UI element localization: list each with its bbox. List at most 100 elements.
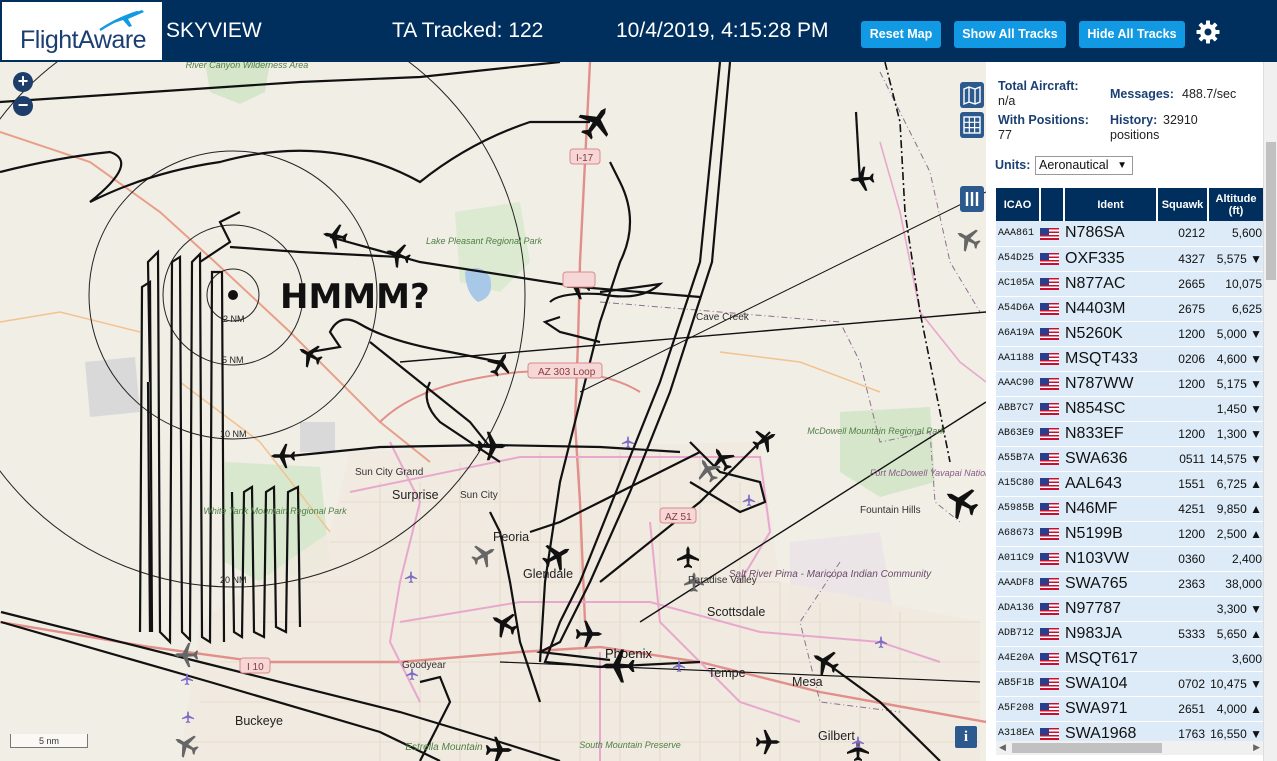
cell-altitude: 10,075 <box>1208 271 1264 297</box>
label-estrella: Estrella Mountain <box>405 742 483 753</box>
info-icon[interactable]: i <box>955 726 977 748</box>
aircraft-icon[interactable] <box>270 443 296 469</box>
cell-icao: A4E20A <box>996 646 1040 672</box>
column-icao[interactable]: ICAO <box>996 188 1041 221</box>
table-row[interactable]: AAADF8 SWA765 2363 38,000 <box>996 571 1264 597</box>
altitude-value: 1,300 <box>1216 426 1247 441</box>
cell-squawk: 2665 <box>1157 271 1208 297</box>
cell-altitude: 5,000 ▼ <box>1208 321 1264 347</box>
us-flag-icon <box>1040 628 1059 641</box>
flightaware-logo[interactable]: FlightAware <box>2 2 162 60</box>
range-label-10: 10 NM <box>220 429 247 439</box>
table-row[interactable]: A4E20A MSQT617 3,600 <box>996 646 1264 672</box>
aircraft-icon[interactable] <box>951 222 985 256</box>
us-flag-icon <box>1040 278 1059 291</box>
aircraft-icon[interactable] <box>293 338 327 372</box>
app-title: SKYVIEW <box>166 19 262 42</box>
cell-icao: A55B7A <box>996 446 1040 472</box>
us-flag-icon <box>1040 503 1059 516</box>
column-flag[interactable] <box>1040 188 1065 221</box>
cell-ident: SWA104 <box>1064 671 1157 697</box>
panel-scrollbar[interactable] <box>1263 62 1277 761</box>
receiver-location <box>228 290 238 300</box>
map-view[interactable]: I-17 AZ 303 Loop AZ 51 I 10 River Canyon… <box>0 62 986 761</box>
us-flag-icon <box>1040 553 1059 566</box>
aircraft-icon[interactable] <box>382 239 414 271</box>
column-squawk[interactable]: Squawk <box>1157 188 1209 221</box>
units-select[interactable]: Aeronautical ▼ <box>1035 156 1133 175</box>
cell-squawk: 4327 <box>1157 246 1208 272</box>
cell-altitude: 10,475 ▼ <box>1208 671 1264 697</box>
table-row[interactable]: A6A19A N5260K 1200 5,000 ▼ <box>996 321 1264 347</box>
altitude-trend-icon: ▲ <box>1250 476 1262 491</box>
label-sun-city-grand: Sun City Grand <box>355 467 423 478</box>
zoom-in-button[interactable]: + <box>13 72 33 92</box>
table-row[interactable]: A68673 N5199B 1200 2,500 ▲ <box>996 521 1264 547</box>
map-canvas[interactable]: I-17 AZ 303 Loop AZ 51 I 10 River Canyon… <box>0 62 986 761</box>
altitude-value: 3,300 <box>1216 601 1247 616</box>
table-scrollbar[interactable]: ◀ ▶ <box>996 741 1263 755</box>
cell-icao: A6A19A <box>996 321 1040 347</box>
cell-squawk: 5333 <box>1157 621 1208 647</box>
table-row[interactable]: ADA136 N97787 3,300 ▼ <box>996 596 1264 622</box>
column-altitude[interactable]: Altitude (ft) <box>1208 188 1265 221</box>
table-row[interactable]: ABB7C7 N854SC 1,450 ▼ <box>996 396 1264 422</box>
cell-altitude: 1,300 ▼ <box>1208 421 1264 447</box>
us-flag-icon <box>1040 328 1059 341</box>
table-header: ICAO Ident Squawk Altitude (ft) <box>996 188 1265 221</box>
cell-flag <box>1040 296 1064 322</box>
table-row[interactable]: A5985B N46MF 4251 9,850 ▲ <box>996 496 1264 522</box>
table-row[interactable]: AA1188 MSQT433 0206 4,600 ▼ <box>996 346 1264 372</box>
us-flag-icon <box>1040 703 1059 716</box>
cell-squawk <box>1157 596 1208 622</box>
reset-map-button[interactable]: Reset Map <box>861 21 941 48</box>
panel-scrollbar-thumb[interactable] <box>1266 142 1276 280</box>
gear-icon[interactable] <box>1196 20 1220 44</box>
table-row[interactable]: A54D6A N4403M 2675 6,625 <box>996 296 1264 322</box>
grid-icon[interactable] <box>960 112 984 138</box>
table-row[interactable]: A15C80 AAL643 1551 6,725 ▲ <box>996 471 1264 497</box>
cell-icao: AAA861 <box>996 221 1040 247</box>
hide-all-tracks-button[interactable]: Hide All Tracks <box>1079 21 1185 48</box>
table-row[interactable]: AAA861 N786SA 0212 5,600 <box>996 221 1264 247</box>
column-ident[interactable]: Ident <box>1064 188 1158 221</box>
table-row[interactable]: A011C9 N103VW 0360 2,400 <box>996 546 1264 572</box>
cell-squawk <box>1157 646 1208 672</box>
show-all-tracks-button[interactable]: Show All Tracks <box>954 21 1066 48</box>
us-flag-icon <box>1040 478 1059 491</box>
cell-altitude: 4,600 ▼ <box>1208 346 1264 372</box>
table-row[interactable]: A54D25 OXF335 4327 5,575 ▼ <box>996 246 1264 272</box>
altitude-value: 2,400 <box>1231 551 1262 566</box>
scroll-right-icon[interactable]: ▶ <box>1253 742 1260 753</box>
table-row[interactable]: AC105A N877AC 2665 10,075 <box>996 271 1264 297</box>
cell-icao: ADA136 <box>996 596 1040 622</box>
table-row[interactable]: A55B7A SWA636 0511 14,575 ▼ <box>996 446 1264 472</box>
cell-altitude: 3,300 ▼ <box>1208 596 1264 622</box>
table-row[interactable]: AB63E9 N833EF 1200 1,300 ▼ <box>996 421 1264 447</box>
us-flag-icon <box>1040 227 1059 240</box>
label-fountain-hills: Fountain Hills <box>860 505 921 516</box>
table-scrollbar-thumb[interactable] <box>1012 743 1162 753</box>
altitude-trend-icon: ▼ <box>1250 326 1262 341</box>
table-row[interactable]: ADB712 N983JA 5333 5,650 ▲ <box>996 621 1264 647</box>
cell-squawk: 1200 <box>1157 371 1208 397</box>
cell-altitude: 5,650 ▲ <box>1208 621 1264 647</box>
aircraft-icon[interactable] <box>320 221 350 251</box>
cell-flag <box>1040 621 1064 647</box>
aircraft-icon[interactable] <box>938 479 984 525</box>
label-buckeye: Buckeye <box>235 714 283 728</box>
altitude-trend-icon: ▼ <box>1250 351 1262 366</box>
zoom-out-button[interactable]: − <box>13 96 33 116</box>
cell-icao: A5F208 <box>996 696 1040 722</box>
cell-icao: AC105A <box>996 271 1040 297</box>
scroll-left-icon[interactable]: ◀ <box>999 742 1006 753</box>
map-layers-icon[interactable] <box>960 82 984 108</box>
cell-icao: ADB712 <box>996 621 1040 647</box>
columns-icon[interactable] <box>960 186 984 212</box>
label-glendale: Glendale <box>523 567 573 581</box>
aircraft-icon[interactable] <box>848 165 876 193</box>
table-row[interactable]: AAAC90 N787WW 1200 5,175 ▼ <box>996 371 1264 397</box>
table-row[interactable]: A5F208 SWA971 2651 4,000 ▲ <box>996 696 1264 722</box>
cell-squawk: 0702 <box>1157 671 1208 697</box>
table-row[interactable]: AB5F1B SWA104 0702 10,475 ▼ <box>996 671 1264 697</box>
